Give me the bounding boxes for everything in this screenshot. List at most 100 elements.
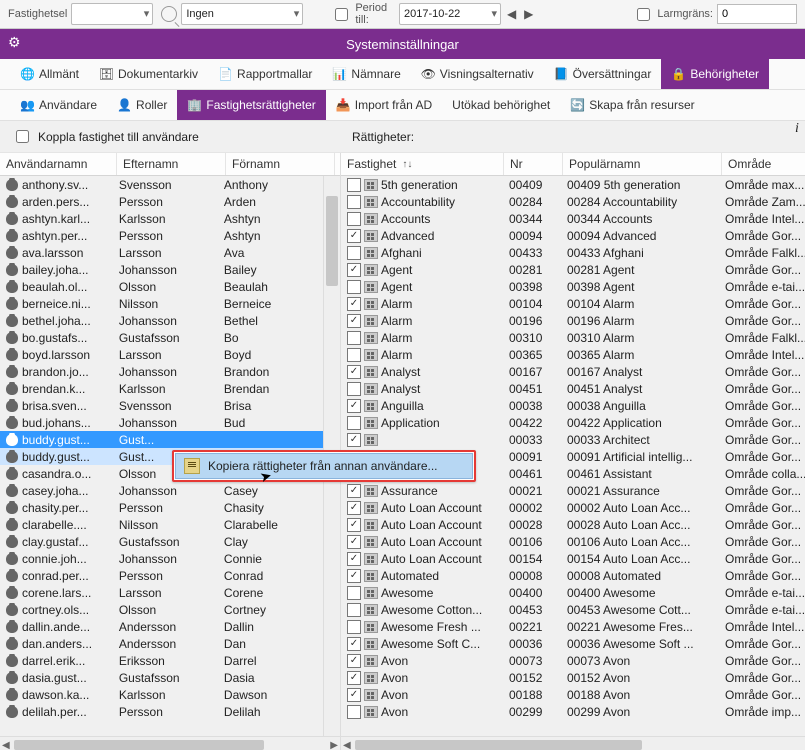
user-row[interactable]: corene.lars...LarssonCorene <box>0 584 323 601</box>
user-row[interactable]: darrel.erik...ErikssonDarrel <box>0 652 323 669</box>
info-icon[interactable]: i <box>789 121 805 137</box>
larmgrans-checkbox[interactable] <box>637 8 650 21</box>
scroll-left-icon[interactable]: ◀ <box>2 740 10 750</box>
rights-checkbox[interactable] <box>347 399 361 413</box>
rights-checkbox[interactable] <box>347 212 361 226</box>
subtab-skapa[interactable]: 🔄Skapa från resurser <box>560 90 704 120</box>
period-next-button[interactable]: ▶ <box>522 5 535 23</box>
user-row[interactable]: buddy.gust...Gust... <box>0 431 323 448</box>
rights-checkbox[interactable] <box>347 195 361 209</box>
user-row[interactable]: ashtyn.karl...KarlssonAshtyn <box>0 210 323 227</box>
context-copy-rights[interactable]: Kopiera rättigheter från annan användare… <box>175 453 473 479</box>
tab-rapportmallar[interactable]: 📄Rapportmallar <box>208 59 322 89</box>
rights-row[interactable]: Accounts0034400344 AccountsOmråde Intel.… <box>341 210 805 227</box>
user-row[interactable]: beaulah.ol...OlssonBeaulah <box>0 278 323 295</box>
fastighetsel-dropdown[interactable] <box>71 3 153 25</box>
user-row[interactable]: bethel.joha...JohanssonBethel <box>0 312 323 329</box>
col-popularnamn[interactable]: Populärnamn <box>563 153 722 175</box>
user-row[interactable]: connie.joh...JohanssonConnie <box>0 550 323 567</box>
rights-row[interactable]: Avon0015200152 AvonOmråde Gor... <box>341 669 805 686</box>
rights-checkbox[interactable] <box>347 314 361 328</box>
tab-namnare[interactable]: 📊Nämnare <box>322 59 410 89</box>
period-prev-button[interactable]: ◀ <box>505 5 518 23</box>
rights-row[interactable]: Auto Loan Account0000200002 Auto Loan Ac… <box>341 499 805 516</box>
user-row[interactable]: brandon.jo...JohanssonBrandon <box>0 363 323 380</box>
rights-row[interactable]: Automated0000800008 AutomatedOmråde Gor.… <box>341 567 805 584</box>
col-fornamn[interactable]: Förnamn <box>226 153 335 175</box>
search-dropdown[interactable]: Ingen <box>181 3 303 25</box>
rights-hscroll[interactable]: ◀ ▶ <box>341 736 805 750</box>
rights-row[interactable]: Assurance0002100021 AssuranceOmråde Gor.… <box>341 482 805 499</box>
user-row[interactable]: chasity.per...PerssonChasity <box>0 499 323 516</box>
rights-row[interactable]: Alarm0031000310 AlarmOmråde Falkl... <box>341 329 805 346</box>
rights-checkbox[interactable] <box>347 229 361 243</box>
rights-row[interactable]: Accountability0028400284 AccountabilityO… <box>341 193 805 210</box>
rights-checkbox[interactable] <box>347 382 361 396</box>
user-row[interactable]: ava.larssonLarssonAva <box>0 244 323 261</box>
user-row[interactable]: dallin.ande...AnderssonDallin <box>0 618 323 635</box>
subtab-import[interactable]: 📥Import från AD <box>326 90 442 120</box>
tab-allmant[interactable]: 🌐Allmänt <box>10 59 89 89</box>
user-row[interactable]: anthony.sv...SvenssonAnthony <box>0 176 323 193</box>
user-row[interactable]: brendan.k...KarlssonBrendan <box>0 380 323 397</box>
rights-row[interactable]: 5th generation0040900409 5th generationO… <box>341 176 805 193</box>
users-hscroll[interactable]: ◀ ▶ <box>0 736 340 750</box>
tab-dokumentarkiv[interactable]: 🗄Dokumentarkiv <box>89 59 208 89</box>
subtab-roller[interactable]: 👤Roller <box>107 90 177 120</box>
tab-behorigheter[interactable]: 🔒Behörigheter <box>661 59 769 89</box>
rights-row[interactable]: Agent0028100281 AgentOmråde Gor... <box>341 261 805 278</box>
user-row[interactable]: bailey.joha...JohanssonBailey <box>0 261 323 278</box>
rights-checkbox[interactable] <box>347 654 361 668</box>
rights-checkbox[interactable] <box>347 603 361 617</box>
rights-checkbox[interactable] <box>347 535 361 549</box>
subtab-utokad[interactable]: Utökad behörighet <box>442 90 560 120</box>
user-row[interactable]: berneice.ni...NilssonBerneice <box>0 295 323 312</box>
period-date-dropdown[interactable]: 2017-10-22 <box>399 3 501 25</box>
user-row[interactable]: clay.gustaf...GustafssonClay <box>0 533 323 550</box>
period-till-checkbox[interactable] <box>335 8 348 21</box>
user-row[interactable]: delilah.per...PerssonDelilah <box>0 703 323 720</box>
user-row[interactable]: ashtyn.per...PerssonAshtyn <box>0 227 323 244</box>
koppla-checkbox[interactable] <box>16 130 29 143</box>
rights-row[interactable]: Auto Loan Account0010600106 Auto Loan Ac… <box>341 533 805 550</box>
rights-row[interactable]: Alarm0019600196 AlarmOmråde Gor... <box>341 312 805 329</box>
rights-row[interactable]: Alarm0010400104 AlarmOmråde Gor... <box>341 295 805 312</box>
rights-row[interactable]: Avon0007300073 AvonOmråde Gor... <box>341 652 805 669</box>
rights-checkbox[interactable] <box>347 416 361 430</box>
scroll-left-icon[interactable]: ◀ <box>343 740 351 750</box>
rights-row[interactable]: Agent0039800398 AgentOmråde e-tai... <box>341 278 805 295</box>
rights-checkbox[interactable] <box>347 484 361 498</box>
rights-row[interactable]: Application0042200422 ApplicationOmråde … <box>341 414 805 431</box>
rights-checkbox[interactable] <box>347 637 361 651</box>
subtab-anvandare[interactable]: 👥Användare <box>10 90 107 120</box>
col-nr[interactable]: Nr <box>504 153 563 175</box>
user-row[interactable]: bo.gustafs...GustafssonBo <box>0 329 323 346</box>
rights-checkbox[interactable] <box>347 365 361 379</box>
rights-row[interactable]: 0003300033 ArchitectOmråde Gor... <box>341 431 805 448</box>
rights-checkbox[interactable] <box>347 280 361 294</box>
rights-checkbox[interactable] <box>347 688 361 702</box>
rights-row[interactable]: Analyst0016700167 AnalystOmråde Gor... <box>341 363 805 380</box>
rights-row[interactable]: Analyst0045100451 AnalystOmråde Gor... <box>341 380 805 397</box>
col-anvandarnamn[interactable]: Användarnamn <box>0 153 117 175</box>
user-row[interactable]: dan.anders...AnderssonDan <box>0 635 323 652</box>
user-row[interactable]: cortney.ols...OlssonCortney <box>0 601 323 618</box>
rights-checkbox[interactable] <box>347 671 361 685</box>
rights-checkbox[interactable] <box>347 620 361 634</box>
user-row[interactable]: casey.joha...JohanssonCasey <box>0 482 323 499</box>
rights-checkbox[interactable] <box>347 348 361 362</box>
rights-checkbox[interactable] <box>347 501 361 515</box>
rights-checkbox[interactable] <box>347 552 361 566</box>
user-row[interactable]: clarabelle....NilssonClarabelle <box>0 516 323 533</box>
user-row[interactable]: boyd.larssonLarssonBoyd <box>0 346 323 363</box>
user-row[interactable]: dasia.gust...GustafssonDasia <box>0 669 323 686</box>
rights-checkbox[interactable] <box>347 178 361 192</box>
user-row[interactable]: brisa.sven...SvenssonBrisa <box>0 397 323 414</box>
rights-row[interactable]: Auto Loan Account0002800028 Auto Loan Ac… <box>341 516 805 533</box>
rights-checkbox[interactable] <box>347 297 361 311</box>
user-row[interactable]: conrad.per...PerssonConrad <box>0 567 323 584</box>
rights-row[interactable]: Awesome Fresh ...0022100221 Awesome Fres… <box>341 618 805 635</box>
rights-row[interactable]: Awesome0040000400 AwesomeOmråde e-tai... <box>341 584 805 601</box>
user-row[interactable]: bud.johans...JohanssonBud <box>0 414 323 431</box>
tab-oversattningar[interactable]: 📘Översättningar <box>544 59 662 89</box>
